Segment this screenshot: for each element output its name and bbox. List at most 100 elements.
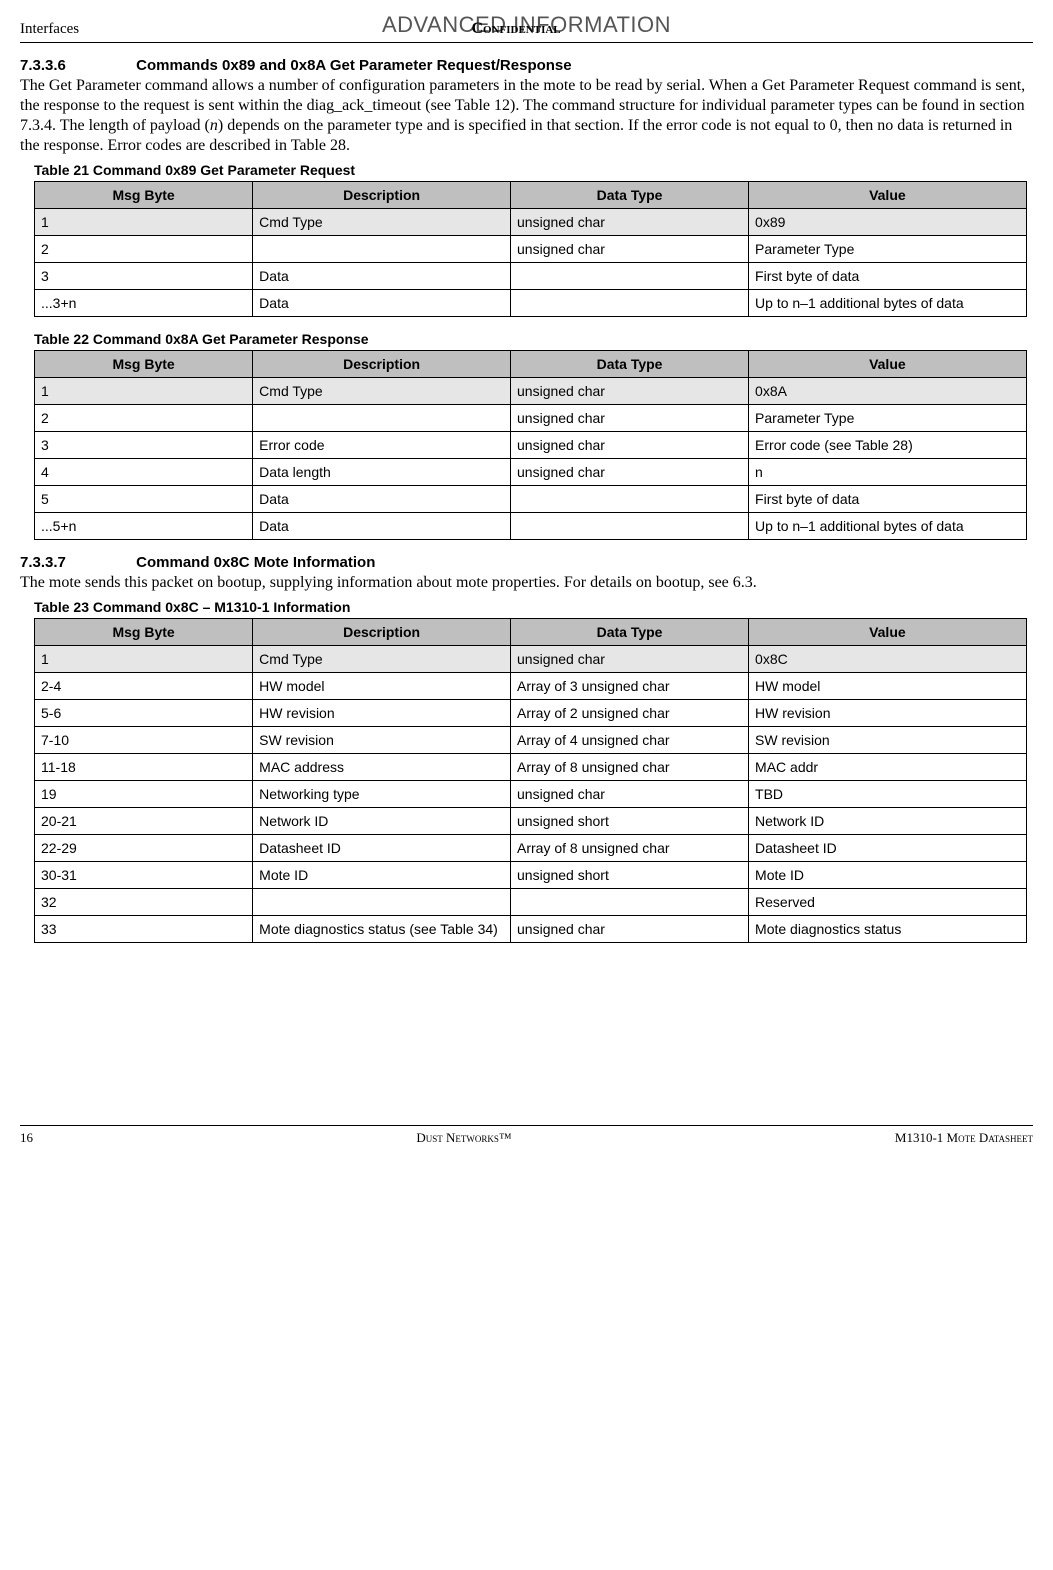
table22: Msg ByteDescriptionData TypeValue 1Cmd T… xyxy=(34,350,1027,540)
table-cell: Up to n–1 additional bytes of data xyxy=(749,513,1027,540)
table-cell: 33 xyxy=(35,916,253,943)
table-header-row: Msg ByteDescriptionData TypeValue xyxy=(35,351,1027,378)
table-row: 3Error codeunsigned charError code (see … xyxy=(35,432,1027,459)
table-cell: unsigned char xyxy=(511,459,749,486)
table-cell: n xyxy=(749,459,1027,486)
section1-paragraph: The Get Parameter command allows a numbe… xyxy=(20,76,1033,156)
table-row: 2unsigned charParameter Type xyxy=(35,405,1027,432)
table-cell: 0x89 xyxy=(749,209,1027,236)
column-header: Msg Byte xyxy=(35,182,253,209)
table-row: 20-21Network IDunsigned shortNetwork ID xyxy=(35,808,1027,835)
column-header: Msg Byte xyxy=(35,619,253,646)
table-cell: Data xyxy=(253,263,511,290)
table-cell: unsigned char xyxy=(511,781,749,808)
column-header: Data Type xyxy=(511,351,749,378)
table-cell: Mote ID xyxy=(253,862,511,889)
table-cell: 2 xyxy=(35,405,253,432)
table-cell: Networking type xyxy=(253,781,511,808)
table23: Msg ByteDescriptionData TypeValue 1Cmd T… xyxy=(34,618,1027,943)
table23-caption: Table 23 Command 0x8C – M1310-1 Informat… xyxy=(34,599,1033,615)
table-header-row: Msg ByteDescriptionData TypeValue xyxy=(35,619,1027,646)
table-cell: unsigned short xyxy=(511,808,749,835)
table-cell xyxy=(253,236,511,263)
table-cell: unsigned char xyxy=(511,646,749,673)
table-cell: TBD xyxy=(749,781,1027,808)
table-row: 30-31Mote IDunsigned shortMote ID xyxy=(35,862,1027,889)
table-cell: MAC address xyxy=(253,754,511,781)
column-header: Value xyxy=(749,182,1027,209)
table-cell: 22-29 xyxy=(35,835,253,862)
table-cell xyxy=(253,889,511,916)
table-cell: 0x8A xyxy=(749,378,1027,405)
table-cell: Network ID xyxy=(749,808,1027,835)
table-header-row: Msg ByteDescriptionData TypeValue xyxy=(35,182,1027,209)
section-title: Command 0x8C Mote Information xyxy=(136,554,375,571)
table-cell: Data xyxy=(253,486,511,513)
table-cell: HW model xyxy=(253,673,511,700)
table-cell: First byte of data xyxy=(749,263,1027,290)
table-cell: unsigned short xyxy=(511,862,749,889)
footer-right: M1310-1 Mote Datasheet xyxy=(895,1130,1033,1146)
table-cell: Mote ID xyxy=(749,862,1027,889)
table-cell: 1 xyxy=(35,378,253,405)
page-header: Interfaces Confidential xyxy=(20,20,1033,38)
section2-paragraph: The mote sends this packet on bootup, su… xyxy=(20,573,1033,593)
table-cell: 19 xyxy=(35,781,253,808)
column-header: Description xyxy=(253,619,511,646)
table-row: 32Reserved xyxy=(35,889,1027,916)
header-left: Interfaces xyxy=(20,21,79,38)
table-cell: Datasheet ID xyxy=(253,835,511,862)
table-cell: 5-6 xyxy=(35,700,253,727)
header-rule xyxy=(20,42,1033,43)
table-cell: unsigned char xyxy=(511,405,749,432)
table-body: 1Cmd Typeunsigned char0x892 unsigned char… xyxy=(35,209,1027,317)
table-cell: Network ID xyxy=(253,808,511,835)
table-cell: Cmd Type xyxy=(253,209,511,236)
table-cell: 11-18 xyxy=(35,754,253,781)
column-header: Msg Byte xyxy=(35,351,253,378)
table-cell: Datasheet ID xyxy=(749,835,1027,862)
table-cell: 4 xyxy=(35,459,253,486)
table-row: ...3+nDataUp to n–1 additional bytes of … xyxy=(35,290,1027,317)
table-cell: Array of 4 unsigned char xyxy=(511,727,749,754)
table-row: 2-4HW modelArray of 3 unsigned charHW mo… xyxy=(35,673,1027,700)
table-cell: Mote diagnostics status xyxy=(749,916,1027,943)
table-cell: HW revision xyxy=(749,700,1027,727)
table-cell: unsigned char xyxy=(511,236,749,263)
table-cell xyxy=(253,405,511,432)
table22-caption: Table 22 Command 0x8A Get Parameter Resp… xyxy=(34,331,1033,347)
table-cell: Cmd Type xyxy=(253,378,511,405)
column-header: Description xyxy=(253,182,511,209)
table21: Msg ByteDescriptionData TypeValue 1Cmd T… xyxy=(34,181,1027,317)
table-cell: Array of 8 unsigned char xyxy=(511,835,749,862)
table-cell: First byte of data xyxy=(749,486,1027,513)
table-row: 4Data lengthunsigned charn xyxy=(35,459,1027,486)
table-cell: Data xyxy=(253,513,511,540)
page-footer: 16 Dust Networks™ M1310-1 Mote Datasheet xyxy=(20,1130,1033,1146)
table-cell: Parameter Type xyxy=(749,236,1027,263)
table-cell xyxy=(511,290,749,317)
para-italic: n xyxy=(210,117,218,134)
table-cell xyxy=(511,263,749,290)
table-row: 1Cmd Typeunsigned char0x89 xyxy=(35,209,1027,236)
table-cell: Array of 8 unsigned char xyxy=(511,754,749,781)
table-cell: 2 xyxy=(35,236,253,263)
column-header: Description xyxy=(253,351,511,378)
table-cell: HW revision xyxy=(253,700,511,727)
table-body: 1Cmd Typeunsigned char0x8A2unsigned char… xyxy=(35,378,1027,540)
table-cell: Cmd Type xyxy=(253,646,511,673)
table-cell: Mote diagnostics status (see Table 34) xyxy=(253,916,511,943)
table-cell: Data xyxy=(253,290,511,317)
section-heading-1: 7.3.3.6 Commands 0x89 and 0x8A Get Param… xyxy=(20,57,1033,74)
table-cell: 5 xyxy=(35,486,253,513)
table-cell: Data length xyxy=(253,459,511,486)
table-cell: SW revision xyxy=(253,727,511,754)
table-cell: 3 xyxy=(35,263,253,290)
table-cell: HW model xyxy=(749,673,1027,700)
table-row: 1Cmd Typeunsigned char0x8A xyxy=(35,378,1027,405)
table-cell: unsigned char xyxy=(511,432,749,459)
section-heading-2: 7.3.3.7 Command 0x8C Mote Information xyxy=(20,554,1033,571)
table-cell: 20-21 xyxy=(35,808,253,835)
footer-page-number: 16 xyxy=(20,1130,33,1146)
table-row: 5Data First byte of data xyxy=(35,486,1027,513)
